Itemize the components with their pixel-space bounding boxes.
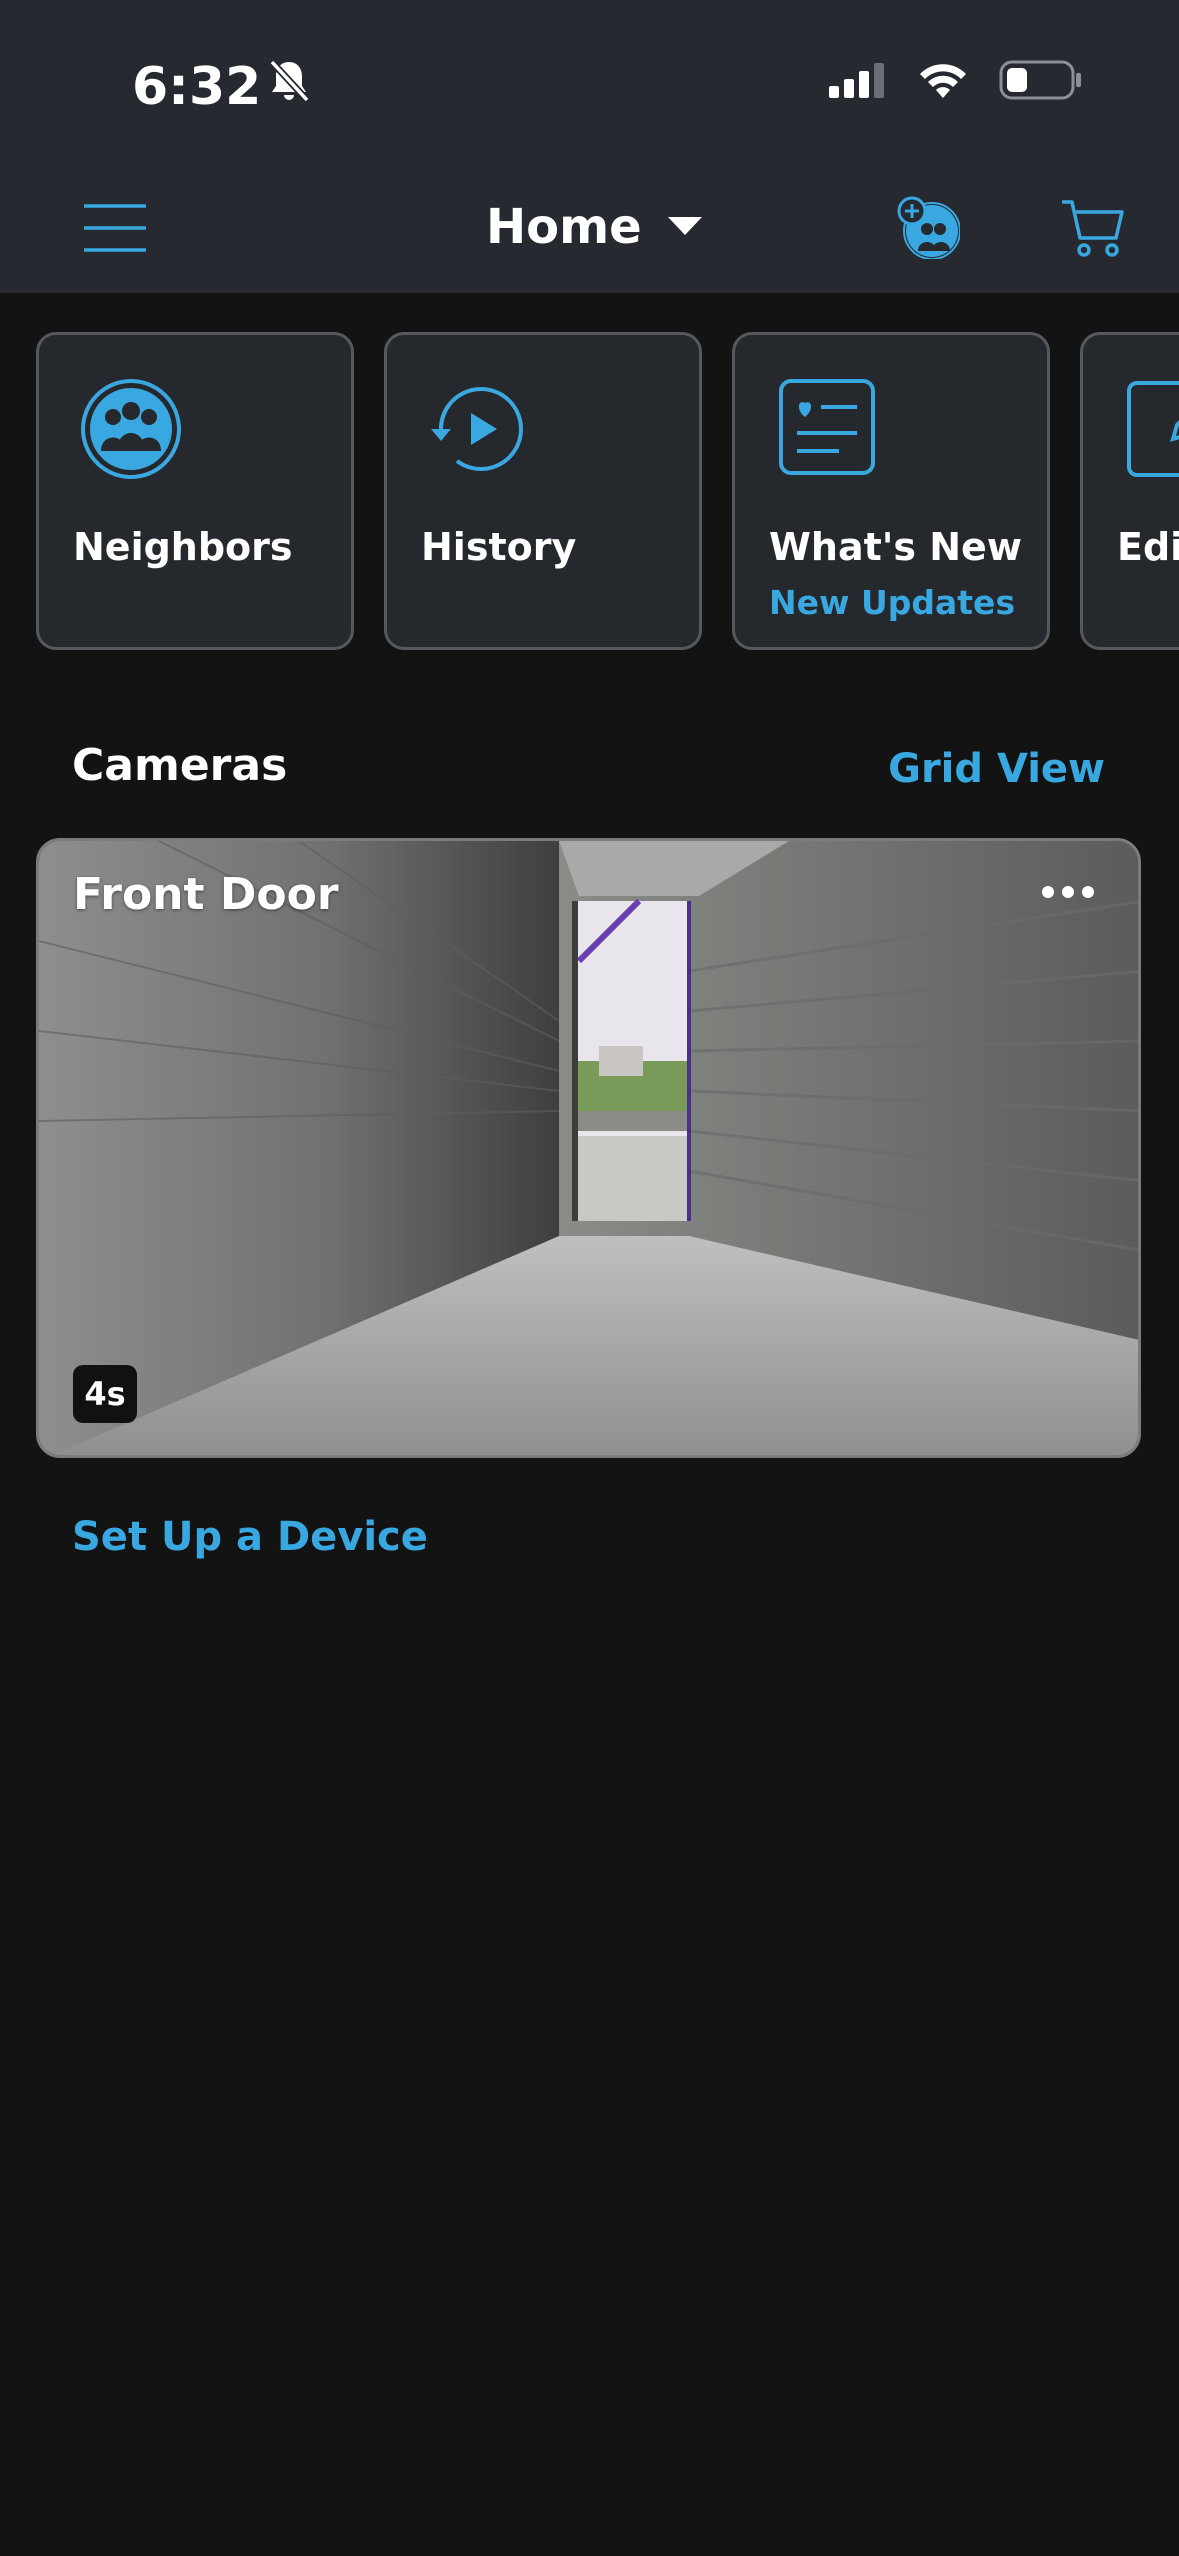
- top-bar: 6:32 Home: [0, 0, 1179, 293]
- edit-icon: [1127, 381, 1179, 477]
- cameras-heading: Cameras: [72, 740, 288, 791]
- shortcut-tiles: Neighbors History What's New New Updates…: [0, 332, 1179, 656]
- tile-label: What's New: [769, 525, 1022, 569]
- more-options-icon[interactable]: [1040, 881, 1096, 903]
- battery-icon: [999, 60, 1081, 100]
- set-up-device-link[interactable]: Set Up a Device: [72, 1514, 428, 1560]
- caret-down-icon: [667, 217, 702, 235]
- tile-label: History: [421, 525, 577, 569]
- camera-snapshot: [39, 841, 1138, 1455]
- add-neighbor-button[interactable]: [896, 195, 961, 260]
- hamburger-menu-button[interactable]: [80, 200, 150, 256]
- camera-card-front-door[interactable]: Front Door 4s: [36, 838, 1141, 1458]
- tile-history[interactable]: History: [384, 332, 702, 650]
- status-time: 6:32: [132, 52, 311, 122]
- nav-bar: Home: [0, 170, 1179, 280]
- add-neighbor-icon: [897, 196, 961, 260]
- tile-neighbors[interactable]: Neighbors: [36, 332, 354, 650]
- tile-sublabel: New Updates: [769, 583, 1016, 622]
- tile-label: Edi: [1117, 525, 1179, 569]
- neighbors-icon: [81, 379, 181, 479]
- camera-name: Front Door: [73, 869, 339, 920]
- cart-button[interactable]: [1060, 196, 1126, 258]
- clock: 6:32: [132, 57, 262, 117]
- silent-bell-icon: [267, 52, 311, 122]
- grid-view-link[interactable]: Grid View: [888, 746, 1105, 792]
- tile-edit[interactable]: Edi: [1080, 332, 1179, 650]
- hamburger-icon: [84, 204, 146, 252]
- whats-new-icon: [779, 379, 875, 475]
- location-selector[interactable]: Home: [486, 192, 702, 262]
- history-icon: [431, 387, 523, 471]
- wifi-icon: [920, 64, 966, 98]
- signal-icon: [829, 63, 884, 98]
- tile-label: Neighbors: [73, 525, 293, 569]
- status-icons: [829, 60, 1083, 100]
- cart-icon: [1062, 200, 1124, 257]
- clip-duration-badge: 4s: [73, 1365, 137, 1423]
- location-label: Home: [486, 199, 642, 255]
- tile-whats-new[interactable]: What's New New Updates: [732, 332, 1050, 650]
